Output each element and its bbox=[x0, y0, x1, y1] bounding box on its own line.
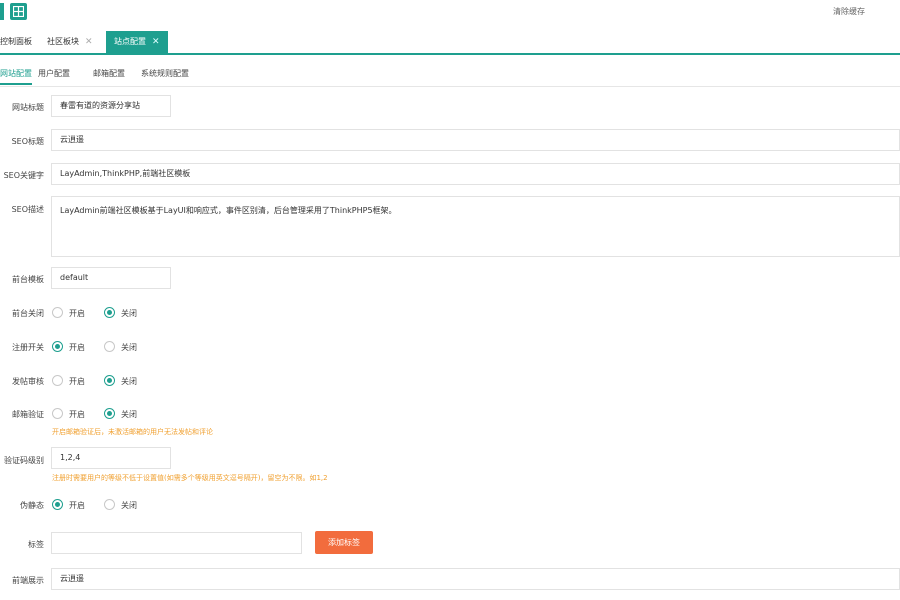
tab-community[interactable]: 社区板块 ✕ bbox=[47, 31, 93, 53]
radio-label: 开启 bbox=[69, 410, 85, 419]
email-verify-open-radio[interactable] bbox=[52, 408, 63, 419]
tags-input[interactable] bbox=[51, 532, 302, 554]
tab-label: 站点配置 bbox=[114, 37, 146, 46]
level-limit-label: 验证码级别 bbox=[4, 456, 44, 465]
front-display-label: 前端展示 bbox=[12, 576, 44, 585]
site-close-label: 前台关闭 bbox=[12, 309, 44, 318]
subtab-rules[interactable]: 系统规则配置 bbox=[141, 68, 189, 79]
radio-label: 关闭 bbox=[121, 309, 137, 318]
tab-label: 社区板块 bbox=[47, 37, 79, 46]
template-input[interactable]: default bbox=[51, 267, 171, 289]
close-icon[interactable]: ✕ bbox=[85, 37, 93, 47]
add-tag-button[interactable]: 添加标签 bbox=[315, 531, 373, 554]
site-title-input[interactable]: 春雷有道的资源分享站 bbox=[51, 95, 171, 117]
close-icon[interactable]: ✕ bbox=[152, 37, 160, 47]
tags-label: 标签 bbox=[28, 540, 44, 549]
register-label: 注册开关 bbox=[12, 343, 44, 352]
post-audit-label: 发帖审核 bbox=[12, 377, 44, 386]
site-close-open-radio[interactable] bbox=[52, 307, 63, 318]
level-limit-input[interactable]: 1,2,4 bbox=[51, 447, 171, 469]
site-close-off-radio[interactable] bbox=[104, 307, 115, 318]
subtab-user[interactable]: 用户配置 bbox=[38, 68, 70, 79]
page-tabs: 控制面板 社区板块 ✕ 站点配置 ✕ bbox=[0, 31, 900, 55]
post-audit-open-radio[interactable] bbox=[52, 375, 63, 386]
front-display-input[interactable]: 云逍遥 bbox=[51, 568, 900, 590]
radio-label: 关闭 bbox=[121, 410, 137, 419]
seo-desc-label: SEO描述 bbox=[11, 205, 44, 214]
seo-title-label: SEO标题 bbox=[11, 137, 44, 146]
radio-label: 开启 bbox=[69, 501, 85, 510]
tab-dashboard[interactable]: 控制面板 bbox=[0, 31, 32, 53]
email-verify-label: 邮箱验证 bbox=[12, 410, 44, 419]
grid-menu-button[interactable] bbox=[10, 3, 27, 20]
pseudo-static-off-radio[interactable] bbox=[104, 499, 115, 510]
level-limit-hint: 注册时需要用户的等级不低于设置值(如需多个等级用英文逗号隔开)，留空为不限。如1… bbox=[52, 474, 328, 482]
register-open-radio[interactable] bbox=[52, 341, 63, 352]
tab-label: 控制面板 bbox=[0, 37, 32, 46]
radio-label: 关闭 bbox=[121, 501, 137, 510]
post-audit-off-radio[interactable] bbox=[104, 375, 115, 386]
grid-icon bbox=[13, 6, 24, 17]
template-label: 前台模板 bbox=[12, 275, 44, 284]
radio-label: 开启 bbox=[69, 377, 85, 386]
radio-label: 关闭 bbox=[121, 343, 137, 352]
radio-label: 关闭 bbox=[121, 377, 137, 386]
seo-desc-textarea[interactable]: LayAdmin前端社区模板基于LayUI和响应式，事件区别清，后台管理采用了T… bbox=[51, 196, 900, 257]
pseudo-static-label: 伪静态 bbox=[20, 501, 44, 510]
sidebar-toggle[interactable] bbox=[0, 3, 4, 20]
seo-keywords-label: SEO关键字 bbox=[3, 171, 44, 180]
clear-cache-link[interactable]: 清除缓存 bbox=[833, 6, 865, 17]
email-verify-hint: 开启邮箱验证后，未激活邮箱的用户无法发帖和评论 bbox=[52, 428, 213, 436]
seo-keywords-input[interactable]: LayAdmin,ThinkPHP,前端社区模板 bbox=[51, 163, 900, 185]
register-off-radio[interactable] bbox=[104, 341, 115, 352]
site-title-label: 网站标题 bbox=[12, 103, 44, 112]
subtab-site[interactable]: 网站配置 bbox=[0, 68, 32, 85]
pseudo-static-open-radio[interactable] bbox=[52, 499, 63, 510]
radio-label: 开启 bbox=[69, 309, 85, 318]
subtab-email[interactable]: 邮箱配置 bbox=[93, 68, 125, 79]
radio-label: 开启 bbox=[69, 343, 85, 352]
tab-site-config[interactable]: 站点配置 ✕ bbox=[106, 31, 168, 53]
top-bar: 清除缓存 bbox=[0, 0, 900, 26]
email-verify-off-radio[interactable] bbox=[104, 408, 115, 419]
seo-title-input[interactable]: 云逍遥 bbox=[51, 129, 900, 151]
config-subtabs: 网站配置 用户配置 邮箱配置 系统规则配置 bbox=[0, 68, 900, 87]
